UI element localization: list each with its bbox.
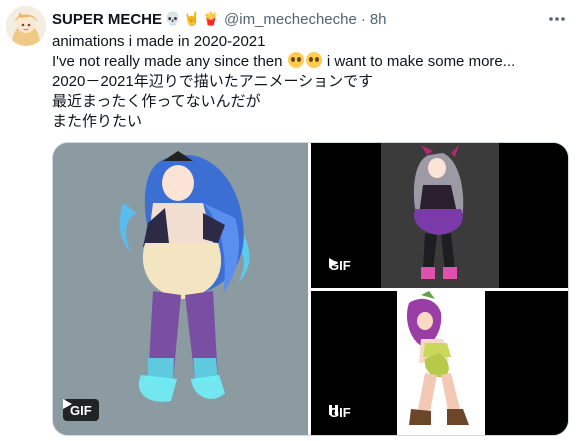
display-name[interactable]: SUPER MECHE	[52, 11, 162, 28]
pause-icon	[329, 405, 338, 415]
tweet-text: animations i made in 2020-2021 I've not …	[52, 32, 572, 132]
gif-3[interactable]: GIF	[311, 291, 568, 435]
fries-emoji: 🍟	[202, 11, 219, 26]
media-grid: GIF GIF GIF	[52, 142, 569, 436]
gif-label: GIF	[70, 402, 92, 418]
avatar-image	[6, 6, 46, 46]
more-dots-icon	[549, 17, 565, 21]
pleading-face-emoji	[305, 52, 322, 68]
gif-1-image	[53, 143, 308, 435]
tweet-timestamp[interactable]: 8h	[370, 11, 387, 28]
skull-emoji: 💀	[164, 11, 181, 26]
more-options-button[interactable]	[546, 9, 568, 29]
pleading-face-emoji	[287, 52, 304, 68]
tweet-text-line: また作りたい	[52, 113, 143, 130]
gif-2[interactable]: GIF	[311, 143, 568, 288]
gif-badge[interactable]: GIF	[63, 399, 99, 421]
tweet-text-line: animations i made in 2020-2021	[52, 33, 266, 50]
separator-dot: ·	[360, 10, 366, 28]
user-handle[interactable]: @im_mechecheche	[224, 11, 357, 28]
avatar[interactable]	[6, 6, 46, 46]
tweet-header: SUPER MECHE 💀 🤘 🍟 @im_mechecheche · 8h	[52, 9, 387, 29]
play-icon	[329, 258, 338, 268]
gif-badge[interactable]: GIF	[329, 258, 351, 273]
tweet-text-line: 最近まったく作ってないんだが	[52, 93, 261, 110]
gif-badge[interactable]: GIF	[329, 405, 351, 420]
rock-on-hand-emoji: 🤘	[183, 11, 200, 26]
tweet-text-line: 2020－2021年辺りで描いたアニメーションです	[52, 73, 374, 90]
play-icon	[63, 399, 72, 409]
tweet-text-line: I've not really made any since then i wa…	[52, 52, 516, 70]
gif-1[interactable]: GIF	[53, 143, 308, 435]
